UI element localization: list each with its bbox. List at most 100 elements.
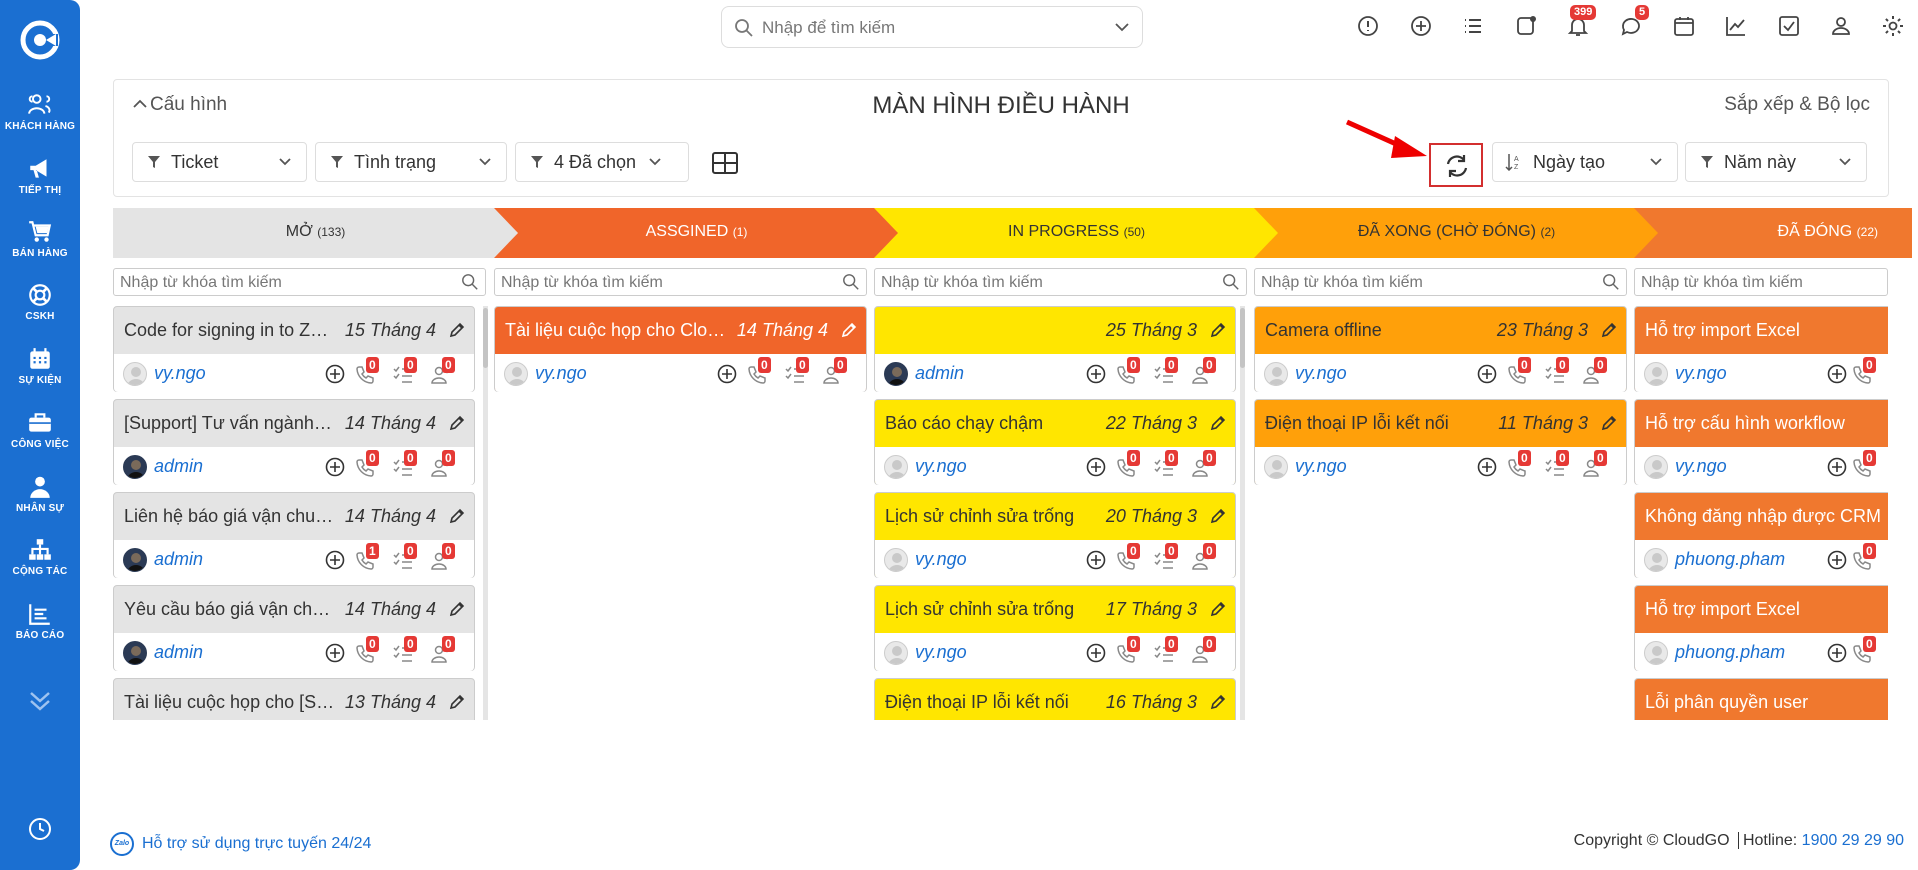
add-activity-icon[interactable] xyxy=(324,640,348,664)
ticket-title[interactable]: Hỗ trợ cấu hình workflow xyxy=(1645,413,1888,434)
edit-pencil-icon[interactable] xyxy=(840,321,858,339)
user-profile-icon[interactable] xyxy=(1829,14,1855,40)
calls-icon[interactable]: 0 xyxy=(1506,450,1531,478)
add-activity-icon[interactable] xyxy=(716,361,740,385)
ticket-title[interactable]: Lịch sử chỉnh sửa trống xyxy=(885,506,1097,527)
add-activity-icon[interactable] xyxy=(1085,454,1109,478)
sidebar-item-1[interactable]: KHÁCH HÀNG xyxy=(0,92,80,132)
ticket-card[interactable]: Hỗ trợ import Excel24vy.ngo0 xyxy=(1634,306,1888,392)
hotline-number[interactable]: 1900 29 29 90 xyxy=(1802,832,1904,849)
ticket-title[interactable]: Báo cáo chạy chậm xyxy=(885,413,1097,434)
column-scrollbar[interactable] xyxy=(483,306,488,720)
settings-gear-icon[interactable] xyxy=(1881,14,1907,40)
members-icon[interactable]: 0 xyxy=(822,357,847,385)
assignee-name[interactable]: phuong.pham xyxy=(1675,642,1785,663)
sidebar-item-6[interactable]: CÔNG VIỆC xyxy=(0,410,80,450)
tasks-icon[interactable]: 0 xyxy=(1153,357,1178,385)
members-icon[interactable]: 0 xyxy=(1191,636,1216,664)
add-activity-icon[interactable] xyxy=(1085,640,1109,664)
members-icon[interactable]: 0 xyxy=(1191,543,1216,571)
sidebar-item-2[interactable]: TIẾP THỊ xyxy=(0,156,80,196)
assignee-name[interactable]: vy.ngo xyxy=(535,363,587,384)
ticket-title[interactable]: Code for signing in to Zoom xyxy=(124,320,336,341)
global-search-input[interactable] xyxy=(762,17,1092,39)
members-icon[interactable]: 0 xyxy=(1582,357,1607,385)
edit-pencil-icon[interactable] xyxy=(1600,414,1618,432)
tasks-icon[interactable]: 0 xyxy=(392,450,417,478)
add-activity-icon[interactable] xyxy=(1085,361,1109,385)
calls-icon[interactable]: 0 xyxy=(1115,636,1140,664)
add-activity-icon[interactable] xyxy=(1085,547,1109,571)
ticket-card[interactable]: 25 Tháng 3 admin 0 0 0 xyxy=(874,306,1236,392)
column-search[interactable] xyxy=(874,268,1247,296)
ticket-title[interactable]: Hỗ trợ import Excel xyxy=(1645,599,1888,620)
column-header[interactable]: MỞ (133) xyxy=(113,208,518,258)
cloudgo-logo-icon[interactable] xyxy=(20,20,60,60)
column-search[interactable] xyxy=(1254,268,1627,296)
sidebar-item-5[interactable]: SỰ KIỆN xyxy=(0,346,80,386)
ticket-title[interactable]: Tài liệu cuộc họp cho CloudGO xyxy=(505,320,728,341)
sidebar-item-3[interactable]: BÁN HÀNG xyxy=(0,219,80,259)
tasks-icon[interactable]: 0 xyxy=(392,636,417,664)
edit-pencil-icon[interactable] xyxy=(1209,600,1227,618)
calls-icon[interactable]: 0 xyxy=(1851,450,1876,478)
assignee-name[interactable]: vy.ngo xyxy=(154,363,206,384)
add-activity-icon[interactable] xyxy=(1826,454,1850,478)
assignee-name[interactable]: vy.ngo xyxy=(915,456,967,477)
tasks-icon[interactable]: 0 xyxy=(1153,543,1178,571)
edit-pencil-icon[interactable] xyxy=(1209,693,1227,711)
column-header[interactable]: ĐÃ XONG (CHỜ ĐÓNG) (2) xyxy=(1254,208,1659,258)
column-search-input[interactable] xyxy=(881,273,1201,293)
calls-icon[interactable]: 0 xyxy=(1115,543,1140,571)
alert-icon[interactable] xyxy=(1356,14,1382,40)
calls-icon[interactable]: 0 xyxy=(746,357,771,385)
history-clock-icon[interactable] xyxy=(0,816,80,842)
column-search[interactable] xyxy=(113,268,486,296)
ticket-title[interactable]: Điện thoại IP lỗi kết nối xyxy=(1265,413,1488,434)
assignee-name[interactable]: vy.ngo xyxy=(1675,363,1727,384)
status-select[interactable]: Tình trạng xyxy=(315,142,507,182)
ticket-title[interactable]: Tài liệu cuộc họp cho [Swiss] dự án xyxy=(124,692,336,713)
ticket-title[interactable]: Yêu cầu báo giá vận chuyển quốc tế xyxy=(124,599,336,620)
add-activity-icon[interactable] xyxy=(1476,361,1500,385)
tasks-icon[interactable]: 0 xyxy=(1153,450,1178,478)
ticket-card[interactable]: Lỗi phân quyền user04 xyxy=(1634,678,1888,720)
config-toggle[interactable]: Cấu hình xyxy=(132,94,227,116)
list-icon[interactable] xyxy=(1461,14,1487,40)
calls-icon[interactable]: 1 xyxy=(354,543,379,571)
column-search-input[interactable] xyxy=(501,273,821,293)
ticket-card[interactable]: Yêu cầu báo giá vận chuyển quốc tế 14 Thá… xyxy=(113,585,475,671)
calls-icon[interactable]: 0 xyxy=(1851,636,1876,664)
ticket-card[interactable]: Báo cáo chạy chậm 22 Tháng 3 vy.ngo 0 0 0 xyxy=(874,399,1236,485)
column-search[interactable] xyxy=(1634,268,1918,296)
add-icon[interactable] xyxy=(1409,14,1435,40)
calls-icon[interactable]: 0 xyxy=(354,636,379,664)
column-search-input[interactable] xyxy=(1641,273,1918,293)
assignee-name[interactable]: vy.ngo xyxy=(915,549,967,570)
tasks-icon[interactable]: 0 xyxy=(392,543,417,571)
edit-pencil-icon[interactable] xyxy=(1209,321,1227,339)
tasks-icon[interactable]: 0 xyxy=(1544,450,1569,478)
calls-icon[interactable]: 0 xyxy=(354,450,379,478)
edit-pencil-icon[interactable] xyxy=(448,600,466,618)
members-icon[interactable]: 0 xyxy=(1191,450,1216,478)
tasks-icon[interactable]: 0 xyxy=(1544,357,1569,385)
tasks-icon[interactable]: 0 xyxy=(784,357,809,385)
ticket-card[interactable]: Code for signing in to Zoom 15 Tháng 4 vy.… xyxy=(113,306,475,392)
chevron-down-icon[interactable] xyxy=(1114,22,1130,32)
ticket-title[interactable]: Điện thoại IP lỗi kết nối xyxy=(885,692,1097,713)
ticket-card[interactable]: Lịch sử chỉnh sửa trống 17 Tháng 3 vy.ngo 0… xyxy=(874,585,1236,671)
assignee-name[interactable]: vy.ngo xyxy=(915,642,967,663)
chat-icon[interactable]: 5 xyxy=(1619,5,1650,40)
ticket-card[interactable]: Lịch sử chỉnh sửa trống 20 Tháng 3 vy.ngo 0… xyxy=(874,492,1236,578)
expand-menu-icon[interactable] xyxy=(0,690,80,712)
edit-pencil-icon[interactable] xyxy=(448,414,466,432)
ticket-card[interactable]: Điện thoại IP lỗi kết nối 11 Tháng 3 vy.ng… xyxy=(1254,399,1627,485)
ticket-card[interactable]: Điện thoại IP lỗi kết nối 16 Tháng 3 xyxy=(874,678,1236,720)
column-header[interactable]: IN PROGRESS (50) xyxy=(874,208,1279,258)
ticket-title[interactable]: Liên hệ báo giá vận chuyển nội địa xyxy=(124,506,336,527)
calendar-icon[interactable] xyxy=(1672,14,1698,40)
assignee-name[interactable]: admin xyxy=(915,363,964,384)
add-activity-icon[interactable] xyxy=(324,547,348,571)
assignee-name[interactable]: admin xyxy=(154,642,203,663)
